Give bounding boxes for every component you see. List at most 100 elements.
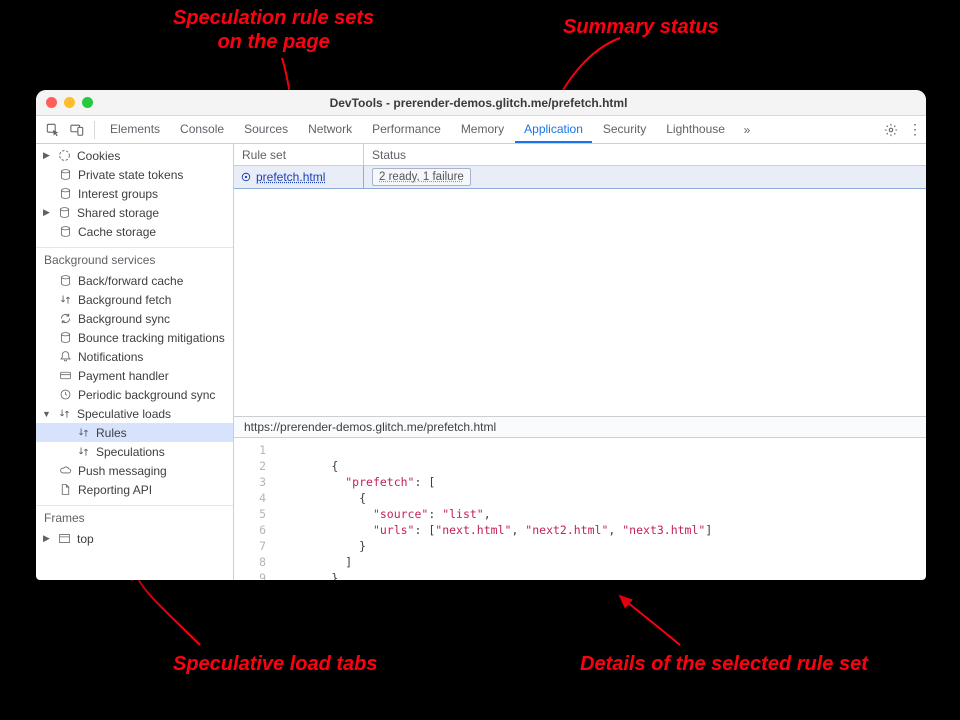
transfer-icon (57, 407, 71, 421)
tab-sources[interactable]: Sources (235, 116, 297, 143)
sidebar-item-rules[interactable]: Rules (36, 423, 233, 442)
status-chip[interactable]: 2 ready, 1 failure (372, 168, 471, 186)
sidebar-header-frames: Frames (36, 505, 233, 529)
sidebar-item-notifications[interactable]: Notifications (36, 347, 233, 366)
sidebar-item-label: top (77, 532, 94, 546)
transfer-icon (76, 445, 90, 459)
sidebar-item-speculative-loads[interactable]: ▼ Speculative loads (36, 404, 233, 423)
database-icon (58, 187, 72, 201)
sidebar-item-speculations[interactable]: Speculations (36, 442, 233, 461)
annotation-tabs: Speculative load tabs (173, 652, 378, 676)
database-icon (57, 206, 71, 220)
sidebar-item-label: Back/forward cache (78, 274, 183, 288)
sidebar-item-background-sync[interactable]: Background sync (36, 309, 233, 328)
sidebar-item-label: Reporting API (78, 483, 152, 497)
sidebar-item-label: Speculative loads (77, 407, 171, 421)
sidebar-item-label: Background fetch (78, 293, 171, 307)
devtools-window: DevTools - prerender-demos.glitch.me/pre… (36, 90, 926, 580)
sidebar-item-label: Notifications (78, 350, 143, 364)
credit-card-icon (58, 369, 72, 383)
sidebar-item-payment-handler[interactable]: Payment handler (36, 366, 233, 385)
inspect-element-icon[interactable] (42, 119, 64, 141)
sidebar-item-label: Interest groups (78, 187, 158, 201)
table-row[interactable]: prefetch.html 2 ready, 1 failure (234, 166, 926, 188)
device-toolbar-icon[interactable] (66, 119, 88, 141)
tab-performance[interactable]: Performance (363, 116, 450, 143)
line-number: 7 (234, 538, 266, 554)
line-number: 9 (234, 570, 266, 580)
sidebar-item-background-fetch[interactable]: Background fetch (36, 290, 233, 309)
sidebar-item-label: Cookies (77, 149, 120, 163)
column-header-status[interactable]: Status (364, 148, 926, 162)
sidebar-item-label: Periodic background sync (78, 388, 215, 402)
sidebar-item-periodic-sync[interactable]: Periodic background sync (36, 385, 233, 404)
window-icon (57, 532, 71, 546)
panel-body: ▶ Cookies Private state tokens Interest … (36, 144, 926, 580)
line-number-gutter: 1 2 3 4 5 6 7 8 9 (234, 442, 276, 576)
tab-lighthouse[interactable]: Lighthouse (657, 116, 734, 143)
sidebar-item-reporting-api[interactable]: Reporting API (36, 480, 233, 499)
chevron-right-icon: ▶ (42, 150, 51, 161)
sidebar-item-label: Shared storage (77, 206, 159, 220)
column-header-ruleset[interactable]: Rule set (234, 144, 364, 165)
source-code-content: { "prefetch": [ { "source": "list", "url… (276, 442, 926, 576)
sidebar-item-bfcache[interactable]: Back/forward cache (36, 271, 233, 290)
devtools-tabbar: Elements Console Sources Network Perform… (36, 116, 926, 144)
line-number: 8 (234, 554, 266, 570)
sidebar-item-label: Rules (96, 426, 127, 440)
chevron-right-icon: ▶ (42, 533, 51, 544)
sidebar-item-push-messaging[interactable]: Push messaging (36, 461, 233, 480)
annotation-summary: Summary status (563, 15, 719, 39)
file-icon (58, 483, 72, 497)
cloud-icon (58, 464, 72, 478)
database-icon (58, 274, 72, 288)
sidebar-item-bounce-tracking[interactable]: Bounce tracking mitigations (36, 328, 233, 347)
sidebar-item-shared-storage[interactable]: ▶ Shared storage (36, 203, 233, 222)
annotation-details: Details of the selected rule set (580, 652, 868, 676)
sidebar-item-label: Payment handler (78, 369, 169, 383)
ruleset-table-header: Rule set Status (234, 144, 926, 166)
sidebar-item-cache-storage[interactable]: Cache storage (36, 222, 233, 241)
application-sidebar: ▶ Cookies Private state tokens Interest … (36, 144, 234, 580)
tab-memory[interactable]: Memory (452, 116, 513, 143)
tab-security[interactable]: Security (594, 116, 655, 143)
database-icon (58, 168, 72, 182)
kebab-menu-icon[interactable]: ⋮ (904, 119, 926, 141)
line-number: 1 (234, 442, 266, 458)
sidebar-item-cookies[interactable]: ▶ Cookies (36, 146, 233, 165)
status-cell[interactable]: 2 ready, 1 failure (364, 166, 926, 188)
line-number: 2 (234, 458, 266, 474)
chevron-down-icon: ▼ (42, 409, 51, 419)
line-number: 5 (234, 506, 266, 522)
target-icon (240, 171, 252, 183)
more-tabs-icon[interactable]: » (736, 119, 758, 141)
bell-icon (58, 350, 72, 364)
transfer-icon (58, 293, 72, 307)
sync-icon (58, 312, 72, 326)
annotation-rulesets: Speculation rule sets on the page (173, 6, 374, 54)
source-url-bar: https://prerender-demos.glitch.me/prefet… (234, 416, 926, 438)
tab-console[interactable]: Console (171, 116, 233, 143)
ruleset-table-body: prefetch.html 2 ready, 1 failure (234, 166, 926, 416)
ruleset-cell[interactable]: prefetch.html (234, 166, 364, 188)
tab-network[interactable]: Network (299, 116, 361, 143)
sidebar-item-interest-groups[interactable]: Interest groups (36, 184, 233, 203)
window-titlebar: DevTools - prerender-demos.glitch.me/pre… (36, 90, 926, 116)
line-number: 4 (234, 490, 266, 506)
sidebar-item-label: Background sync (78, 312, 170, 326)
database-icon (58, 331, 72, 345)
cookie-icon (57, 149, 71, 163)
transfer-icon (76, 426, 90, 440)
clock-icon (58, 388, 72, 402)
settings-gear-icon[interactable] (880, 119, 902, 141)
tabbar-divider (94, 121, 95, 139)
ruleset-link[interactable]: prefetch.html (256, 170, 325, 184)
main-panel: Rule set Status prefetch.html 2 ready, 1… (234, 144, 926, 580)
sidebar-item-label: Private state tokens (78, 168, 183, 182)
sidebar-item-label: Cache storage (78, 225, 156, 239)
sidebar-item-frame-top[interactable]: ▶ top (36, 529, 233, 548)
sidebar-item-private-state-tokens[interactable]: Private state tokens (36, 165, 233, 184)
database-icon (58, 225, 72, 239)
tab-application[interactable]: Application (515, 116, 592, 143)
tab-elements[interactable]: Elements (101, 116, 169, 143)
